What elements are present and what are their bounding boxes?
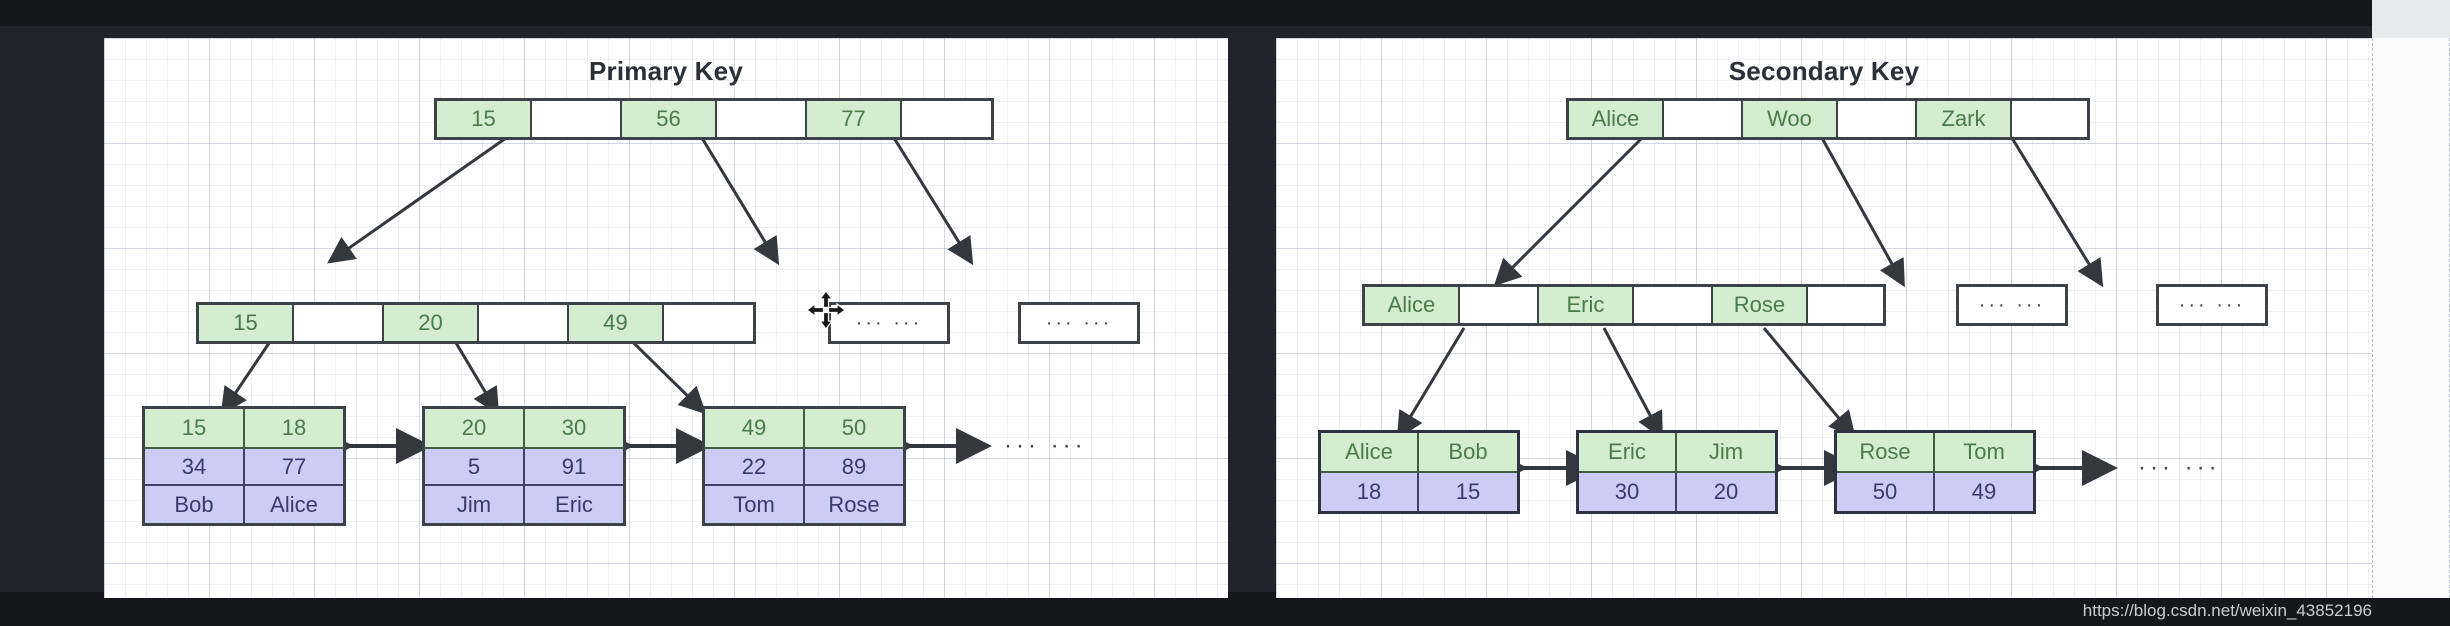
secondary-leaf-2-key-1[interactable]: Tom: [1935, 433, 2033, 473]
secondary-internal-cell-3[interactable]: [1633, 287, 1713, 323]
primary-root-cell-4[interactable]: 77: [807, 101, 902, 137]
secondary-leaf-0-key-1[interactable]: Bob: [1419, 433, 1517, 473]
primary-key-panel[interactable]: Primary Key 15 56 77 15 20 49 ··· ··· ··…: [104, 38, 1228, 598]
secondary-internal-ellipsis-node-1[interactable]: ··· ···: [1956, 284, 2068, 326]
primary-leaf-tail-ellipsis: ··· ···: [1004, 432, 1087, 459]
secondary-root-cell-5[interactable]: [2011, 101, 2088, 137]
primary-internal-cell-3[interactable]: [479, 305, 569, 341]
primary-leaf-0-key-row: 15 18: [145, 409, 343, 449]
primary-leaf-0-name-row: Bob Alice: [145, 486, 343, 523]
primary-leaf-2-key-1[interactable]: 50: [805, 409, 903, 449]
secondary-leaf-2-key-0[interactable]: Rose: [1837, 433, 1935, 473]
primary-leaf-1-name-0[interactable]: Jim: [425, 486, 525, 523]
secondary-root-node[interactable]: Alice Woo Zark: [1566, 98, 2090, 140]
secondary-root-cell-1[interactable]: [1663, 101, 1743, 137]
secondary-key-panel[interactable]: Secondary Key Alice Woo Zark Alice Eric …: [1276, 38, 2372, 598]
secondary-internal-cell-4[interactable]: Rose: [1713, 287, 1808, 323]
move-cursor-icon: [806, 290, 846, 330]
primary-leaf-2-name-0[interactable]: Tom: [705, 486, 805, 523]
primary-leaf-1-name-1[interactable]: Eric: [525, 486, 623, 523]
right-edge-tab: [2372, 0, 2450, 38]
secondary-leaf-0-id-0[interactable]: 18: [1321, 473, 1419, 511]
primary-internal-ellipsis-node-2[interactable]: ··· ···: [1018, 302, 1140, 344]
secondary-leaf-tail-ellipsis: ··· ···: [2138, 454, 2221, 481]
secondary-leaf-0-id-1[interactable]: 15: [1419, 473, 1517, 511]
secondary-internal-cell-2[interactable]: Eric: [1539, 287, 1634, 323]
primary-root-cell-3[interactable]: [717, 101, 807, 137]
secondary-leaf-2[interactable]: Rose Tom 50 49: [1834, 430, 2036, 514]
secondary-leaf-0[interactable]: Alice Bob 18 15: [1318, 430, 1520, 514]
primary-root-cell-2[interactable]: 56: [622, 101, 717, 137]
secondary-leaf-1-id-row: 30 20: [1579, 473, 1775, 511]
primary-leaf-1-id-0[interactable]: 5: [425, 449, 525, 486]
secondary-internal-cell-5[interactable]: [1807, 287, 1884, 323]
primary-root-node[interactable]: 15 56 77: [434, 98, 994, 140]
secondary-root-cell-3[interactable]: [1837, 101, 1917, 137]
primary-internal-cell-0[interactable]: 15: [199, 305, 294, 341]
secondary-internal-cell-1[interactable]: [1459, 287, 1539, 323]
primary-key-title: Primary Key: [589, 56, 743, 86]
primary-leaf-2-name-row: Tom Rose: [705, 486, 903, 523]
secondary-leaf-1-key-row: Eric Jim: [1579, 433, 1775, 473]
primary-leaf-2-id-1[interactable]: 89: [805, 449, 903, 486]
primary-leaf-2-name-1[interactable]: Rose: [805, 486, 903, 523]
primary-root-cell-1[interactable]: [532, 101, 622, 137]
primary-leaf-0-id-0[interactable]: 34: [145, 449, 245, 486]
right-edge-strip: [2372, 38, 2450, 598]
primary-leaf-2-key-row: 49 50: [705, 409, 903, 449]
primary-leaf-0-key-1[interactable]: 18: [245, 409, 343, 449]
secondary-leaf-1-key-1[interactable]: Jim: [1677, 433, 1775, 473]
primary-leaf-1-id-row: 5 91: [425, 449, 623, 486]
primary-leaf-1-key-0[interactable]: 20: [425, 409, 525, 449]
secondary-root-cell-0[interactable]: Alice: [1569, 101, 1664, 137]
primary-internal-node[interactable]: 15 20 49: [196, 302, 756, 344]
secondary-internal-node[interactable]: Alice Eric Rose: [1362, 284, 1886, 326]
primary-internal-cell-2[interactable]: 20: [384, 305, 479, 341]
secondary-leaf-1-key-0[interactable]: Eric: [1579, 433, 1677, 473]
primary-root-cell-5[interactable]: [902, 101, 991, 137]
secondary-leaf-2-id-1[interactable]: 49: [1935, 473, 2033, 511]
primary-leaf-2-id-row: 22 89: [705, 449, 903, 486]
primary-leaf-2-id-0[interactable]: 22: [705, 449, 805, 486]
primary-internal-cell-1[interactable]: [294, 305, 384, 341]
secondary-leaf-0-key-0[interactable]: Alice: [1321, 433, 1419, 473]
primary-leaf-1[interactable]: 20 30 5 91 Jim Eric: [422, 406, 626, 526]
secondary-leaf-1-id-0[interactable]: 30: [1579, 473, 1677, 511]
secondary-leaf-0-key-row: Alice Bob: [1321, 433, 1517, 473]
primary-leaf-1-name-row: Jim Eric: [425, 486, 623, 523]
primary-leaf-0-name-0[interactable]: Bob: [145, 486, 245, 523]
secondary-key-title: Secondary Key: [1728, 56, 1920, 86]
primary-leaf-1-key-1[interactable]: 30: [525, 409, 623, 449]
secondary-leaf-1-id-1[interactable]: 20: [1677, 473, 1775, 511]
primary-internal-cell-4[interactable]: 49: [569, 305, 664, 341]
window-top-bar: [0, 0, 2450, 26]
primary-leaf-1-key-row: 20 30: [425, 409, 623, 449]
secondary-root-cell-4[interactable]: Zark: [1917, 101, 2012, 137]
primary-leaf-2-key-0[interactable]: 49: [705, 409, 805, 449]
secondary-leaf-1[interactable]: Eric Jim 30 20: [1576, 430, 1778, 514]
primary-leaf-1-id-1[interactable]: 91: [525, 449, 623, 486]
secondary-leaf-2-id-row: 50 49: [1837, 473, 2033, 511]
secondary-leaf-2-key-row: Rose Tom: [1837, 433, 2033, 473]
primary-leaf-0-id-1[interactable]: 77: [245, 449, 343, 486]
screenshot-stage: Primary Key 15 56 77 15 20 49 ··· ··· ··…: [0, 0, 2450, 626]
primary-internal-cell-5[interactable]: [664, 305, 753, 341]
secondary-leaf-0-id-row: 18 15: [1321, 473, 1517, 511]
watermark-url: https://blog.csdn.net/weixin_43852196: [2082, 601, 2372, 620]
secondary-internal-ellipsis-node-2[interactable]: ··· ···: [2156, 284, 2268, 326]
primary-leaf-0-key-0[interactable]: 15: [145, 409, 245, 449]
primary-leaf-0-name-1[interactable]: Alice: [245, 486, 343, 523]
primary-root-cell-0[interactable]: 15: [437, 101, 532, 137]
secondary-root-cell-2[interactable]: Woo: [1743, 101, 1838, 137]
secondary-internal-cell-0[interactable]: Alice: [1365, 287, 1460, 323]
primary-leaf-0-id-row: 34 77: [145, 449, 343, 486]
secondary-leaf-2-id-0[interactable]: 50: [1837, 473, 1935, 511]
primary-leaf-2[interactable]: 49 50 22 89 Tom Rose: [702, 406, 906, 526]
primary-leaf-0[interactable]: 15 18 34 77 Bob Alice: [142, 406, 346, 526]
